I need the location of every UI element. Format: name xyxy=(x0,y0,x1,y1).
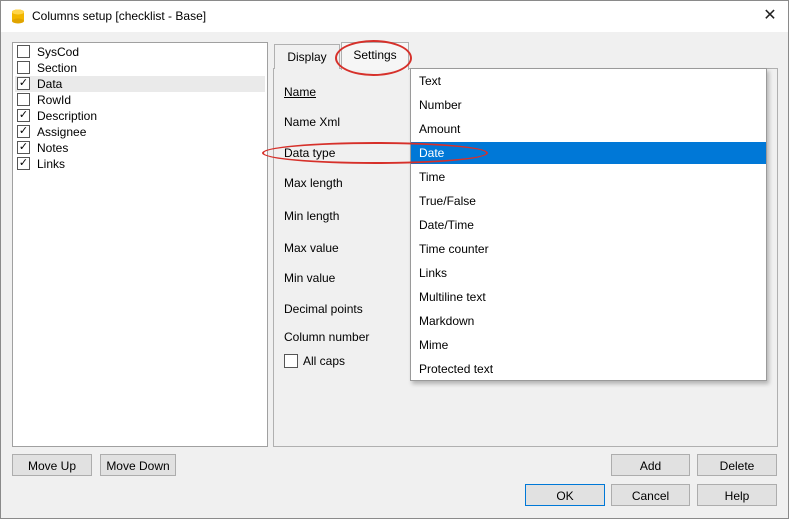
list-item[interactable]: ✓ Assignee xyxy=(15,124,265,140)
window-title: Columns setup [checklist - Base] xyxy=(32,9,207,23)
move-up-button[interactable]: Move Up xyxy=(12,454,92,476)
list-item-label: Data xyxy=(37,77,63,91)
decimal-points-label: Decimal points xyxy=(284,302,363,316)
columns-list[interactable]: SysCod Section ✓ Data RowId ✓ Descriptio… xyxy=(12,42,268,447)
dropdown-option[interactable]: Time xyxy=(411,166,766,188)
all-caps-checkbox[interactable] xyxy=(284,354,298,368)
dropdown-option[interactable]: Protected text xyxy=(411,358,766,380)
all-caps-label: All caps xyxy=(303,354,346,368)
help-button[interactable]: Help xyxy=(697,484,777,506)
dropdown-option[interactable]: Multiline text xyxy=(411,286,766,308)
checkbox[interactable]: ✓ xyxy=(17,109,30,122)
dropdown-option[interactable]: Date/Time xyxy=(411,214,766,236)
dropdown-option[interactable]: Links xyxy=(411,262,766,284)
dropdown-option[interactable]: Mime xyxy=(411,334,766,356)
list-item[interactable]: Section xyxy=(15,60,265,76)
dropdown-option[interactable]: Time counter xyxy=(411,238,766,260)
name-xml-label: Name Xml xyxy=(284,115,341,129)
dropdown-option[interactable]: Amount xyxy=(411,118,766,140)
dropdown-option[interactable]: True/False xyxy=(411,190,766,212)
list-item[interactable]: ✓ Links xyxy=(15,156,265,172)
max-value-label: Max value xyxy=(284,241,339,255)
delete-button[interactable]: Delete xyxy=(697,454,777,476)
list-item[interactable]: SysCod xyxy=(15,44,265,60)
dropdown-option[interactable]: Text xyxy=(411,70,766,92)
column-number-label: Column number xyxy=(284,330,370,344)
max-length-label: Max length xyxy=(284,176,343,190)
list-item-label: Description xyxy=(37,109,98,123)
checkbox[interactable]: ✓ xyxy=(17,141,30,154)
close-icon[interactable]: ✕ xyxy=(759,5,781,27)
ok-button[interactable]: OK xyxy=(525,484,605,506)
add-button[interactable]: Add xyxy=(611,454,690,476)
min-value-label: Min value xyxy=(284,271,336,285)
tab-display[interactable]: Display xyxy=(274,44,340,69)
cancel-button[interactable]: Cancel xyxy=(611,484,690,506)
checkbox[interactable] xyxy=(17,93,30,106)
dropdown-option[interactable]: Number xyxy=(411,94,766,116)
list-item-label: Section xyxy=(37,61,78,75)
checkbox[interactable] xyxy=(17,61,30,74)
database-icon xyxy=(11,9,25,24)
settings-tab-highlight xyxy=(335,40,412,76)
list-item-label: Assignee xyxy=(37,125,87,139)
list-item[interactable]: ✓ Description xyxy=(15,108,265,124)
list-item-label: RowId xyxy=(37,93,72,107)
list-item[interactable]: ✓ Data xyxy=(15,76,265,92)
dropdown-option[interactable]: Markdown xyxy=(411,310,766,332)
list-item[interactable]: RowId xyxy=(15,92,265,108)
list-item-label: SysCod xyxy=(37,45,80,59)
list-item-label: Notes xyxy=(37,141,69,155)
move-down-button[interactable]: Move Down xyxy=(100,454,176,476)
title-bar: Columns setup [checklist - Base] ✕ xyxy=(1,1,788,32)
data-type-dropdown[interactable]: Text Number Amount Date Time True/False … xyxy=(410,68,767,381)
checkbox[interactable]: ✓ xyxy=(17,77,30,90)
min-length-label: Min length xyxy=(284,209,340,223)
checkbox[interactable]: ✓ xyxy=(17,125,30,138)
checkbox[interactable] xyxy=(17,45,30,58)
list-item[interactable]: ✓ Notes xyxy=(15,140,265,156)
list-item-label: Links xyxy=(37,157,66,171)
name-label: Name xyxy=(284,85,317,99)
data-type-highlight xyxy=(262,142,488,164)
checkbox[interactable]: ✓ xyxy=(17,157,30,170)
